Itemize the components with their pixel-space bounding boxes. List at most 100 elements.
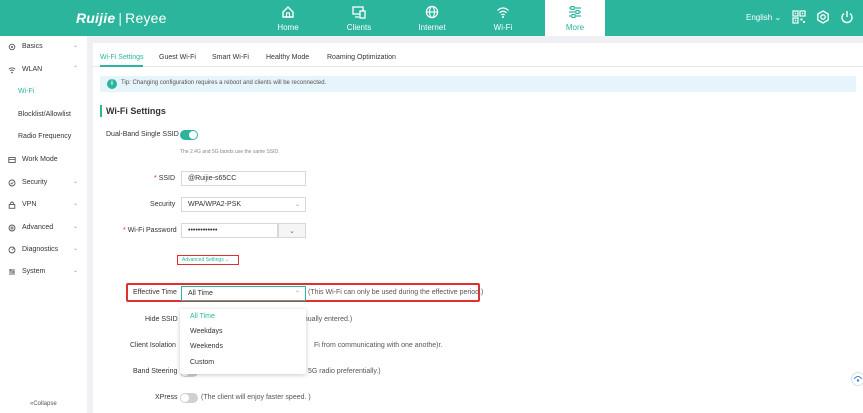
band-steering-label: Band Steering [133, 368, 178, 375]
effective-time-dropdown: All Time Weekdays Weekends Custom [180, 309, 306, 374]
security-select[interactable]: WPA/WPA2-PSK ⌄ [181, 197, 306, 212]
tip-banner: i Tip: Changing configuration requires a… [100, 76, 856, 92]
info-icon: i [107, 79, 117, 89]
xpress-label: XPress [155, 394, 178, 401]
nav-clients-label: Clients [346, 23, 372, 32]
advanced-settings-link[interactable]: Advanced Settings ⌄ [177, 255, 239, 265]
band-steering-note: 5G radio preferentially.) [308, 368, 381, 375]
dropdown-option-weekdays[interactable]: Weekdays [190, 328, 223, 335]
sidebar-item-system[interactable]: System ⌄ [0, 262, 87, 282]
required-mark: * [123, 227, 126, 234]
section-accent-bar [100, 105, 102, 117]
effective-time-note: (This Wi-Fi can only be used during the … [308, 289, 484, 296]
dropdown-option-custom[interactable]: Custom [190, 359, 214, 366]
chevron-up-icon: ⌃ [73, 66, 79, 72]
dual-band-label: Dual-Band Single SSID [106, 131, 179, 138]
logout-icon[interactable] [840, 10, 854, 24]
tab-smart-wifi[interactable]: Smart Wi-Fi [212, 54, 249, 61]
sidebar-item-basics[interactable]: Basics ⌄ [0, 37, 87, 57]
sidebar-subitem-wifi[interactable]: Wi-Fi [18, 88, 34, 95]
effective-time-select[interactable]: All Time ⌃ [181, 286, 306, 301]
hide-ssid-label: Hide SSID [145, 316, 178, 323]
sidebar-item-wlan[interactable]: WLAN ⌃ [0, 60, 87, 80]
wifi-password-input[interactable]: •••••••••••• [181, 223, 278, 238]
dual-band-toggle[interactable] [180, 130, 198, 140]
nav-more-label: More [565, 23, 585, 32]
section-title: Wi-Fi Settings [106, 106, 166, 116]
sidebar-subitem-blocklist-allowlist[interactable]: Blocklist/Allowlist [18, 111, 71, 118]
network-icon[interactable] [816, 10, 830, 24]
chevron-down-icon: ⌄ [774, 13, 782, 22]
sidebar-item-vpn[interactable]: VPN ⌄ [0, 195, 87, 215]
sidebar-item-label: VPN [22, 201, 37, 208]
sidebar-item-security[interactable]: Security ⌄ [0, 173, 87, 193]
chevron-down-icon: ⌄ [73, 224, 79, 230]
nav-clients[interactable]: Clients [323, 0, 395, 36]
more-icon [545, 5, 605, 19]
sidebar-item-label: Basics [22, 43, 43, 50]
required-mark: * [154, 175, 157, 182]
xpress-toggle[interactable] [180, 393, 198, 403]
nav-internet[interactable]: Internet [396, 0, 468, 36]
main-panel: Wi-Fi Settings Guest Wi-Fi Smart Wi-Fi H… [93, 43, 863, 413]
active-tab-indicator [100, 65, 143, 67]
wifi-icon [467, 5, 539, 19]
nav-more[interactable]: More [545, 0, 605, 36]
security-icon [8, 179, 16, 187]
logo-separator: | [118, 10, 123, 26]
sidebar-item-label: System [22, 268, 46, 275]
home-icon [252, 5, 324, 19]
nav-internet-label: Internet [418, 23, 446, 32]
nav-home-label: Home [277, 23, 299, 32]
qr-code-icon[interactable] [792, 10, 806, 24]
hide-ssid-note: anually entered.) [300, 316, 353, 323]
effective-time-label: Effective Time [133, 289, 177, 296]
wifi-icon [8, 66, 16, 74]
tab-bar: Wi-Fi Settings Guest Wi-Fi Smart Wi-Fi H… [93, 43, 863, 67]
vpn-icon [8, 201, 16, 209]
security-label: Security [150, 201, 176, 208]
nav-wifi-label: Wi-Fi [493, 23, 513, 32]
diagnostics-icon [8, 246, 16, 254]
password-visibility-toggle[interactable]: ⌄ [278, 223, 306, 238]
dropdown-option-weekends[interactable]: Weekends [190, 343, 223, 350]
chevron-down-icon: ⌄ [294, 202, 300, 208]
tip-text: Tip: Changing configuration requires a r… [121, 80, 327, 86]
tab-roaming-optimization[interactable]: Roaming Optimization [327, 54, 396, 61]
sidebar-item-label: Diagnostics [22, 246, 59, 253]
tab-guest-wifi[interactable]: Guest Wi-Fi [159, 54, 196, 61]
nav-wifi[interactable]: Wi-Fi [467, 0, 539, 36]
globe-icon [396, 5, 468, 19]
ssid-label: * SSID [154, 175, 175, 182]
wifi-password-label: * Wi-Fi Password [123, 227, 177, 234]
system-icon [8, 268, 16, 276]
security-select-value: WPA/WPA2-PSK [188, 201, 242, 208]
sidebar-item-diagnostics[interactable]: Diagnostics ⌄ [0, 240, 87, 260]
chevron-down-icon: ⌄ [73, 201, 79, 207]
chevron-down-icon: ⌄ [73, 246, 79, 252]
xpress-note: (The client will enjoy faster speed. ) [201, 394, 311, 401]
floating-help-widget[interactable] [851, 372, 863, 386]
dual-band-hint: The 2.4G and 5G bands use the same SSID. [180, 149, 280, 155]
nav-home[interactable]: Home [252, 0, 324, 36]
tab-healthy-mode[interactable]: Healthy Mode [266, 54, 309, 61]
logo-brand-text: Ruijie [76, 10, 116, 26]
chevron-down-icon: ⌄ [73, 179, 79, 185]
sidebar-subitem-radio-frequency[interactable]: Radio Frequency [18, 133, 71, 140]
collapse-sidebar-button[interactable]: «Collapse [30, 401, 57, 407]
sidebar-item-label: Security [22, 179, 48, 186]
sidebar-item-work-mode[interactable]: Work Mode [0, 150, 87, 170]
sidebar-item-advanced[interactable]: Advanced ⌄ [0, 218, 87, 238]
gear-icon [8, 43, 16, 51]
chevron-up-icon: ⌃ [294, 291, 300, 297]
client-isolation-note: Fi from communicating with one anothe)r. [314, 342, 443, 349]
ssid-input[interactable]: @Ruijie-s65CC [181, 171, 306, 186]
top-header: Ruijie | Reyee Home Clients Internet Wi-Fi… [0, 0, 863, 36]
tab-wifi-settings[interactable]: Wi-Fi Settings [100, 54, 144, 61]
dropdown-option-all-time[interactable]: All Time [190, 313, 215, 320]
language-selector[interactable]: English ⌄ [746, 13, 781, 22]
advanced-icon [8, 224, 16, 232]
effective-time-value: All Time [188, 290, 213, 297]
sidebar-item-label: Work Mode [22, 156, 58, 163]
ssid-label-text: SSID [158, 175, 176, 182]
